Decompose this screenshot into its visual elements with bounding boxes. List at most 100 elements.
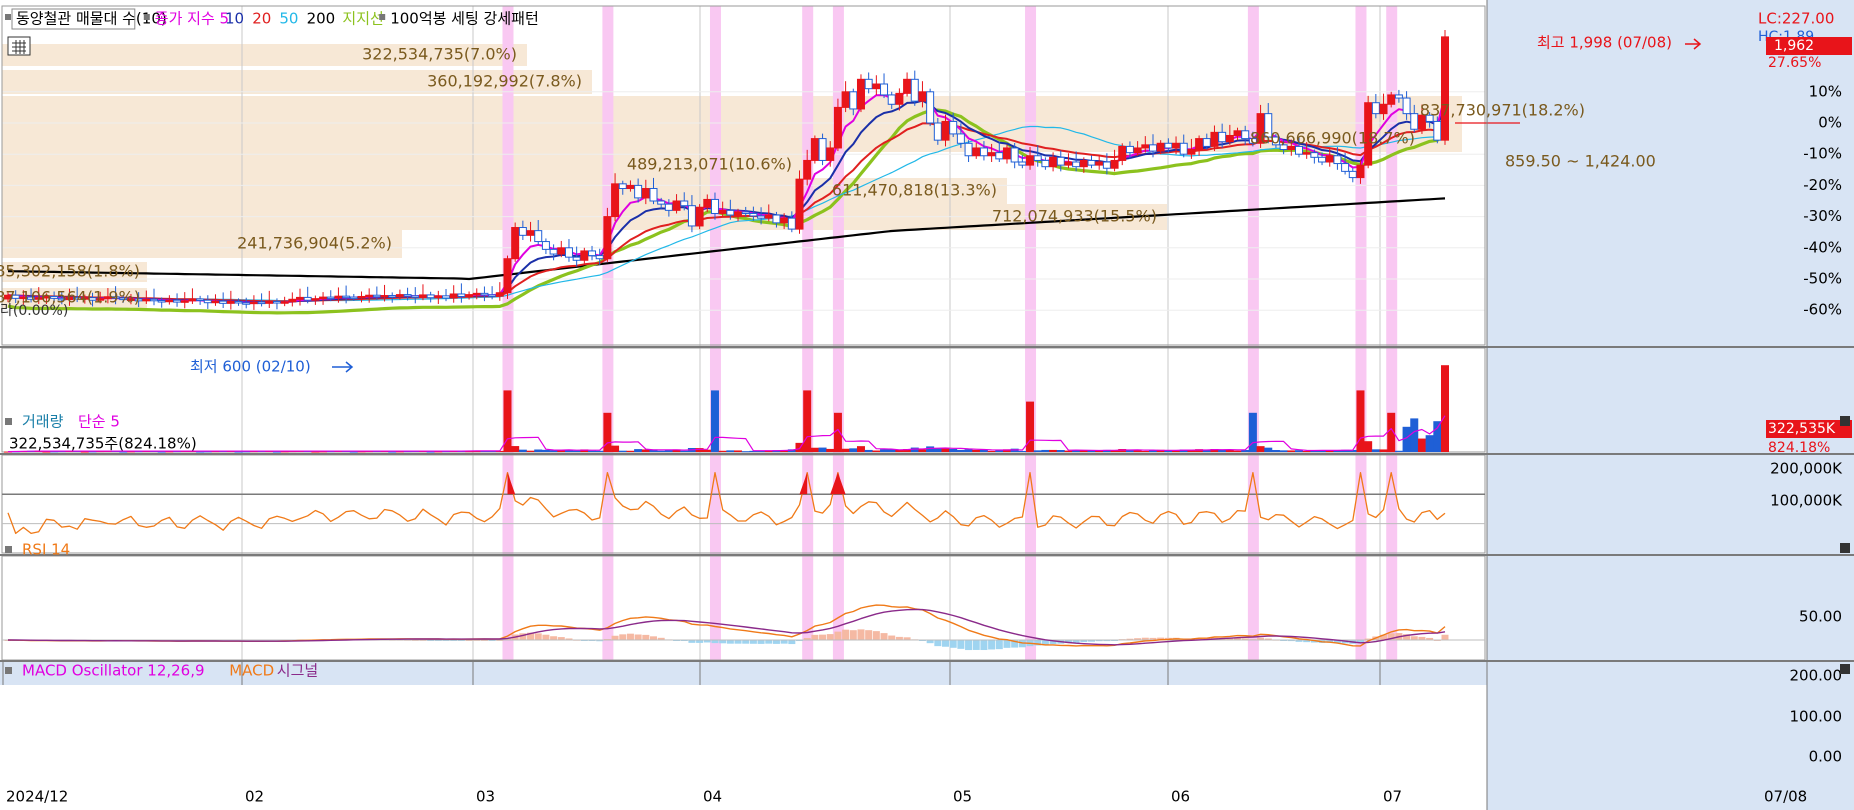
candle-body [311, 298, 320, 301]
close-icon[interactable] [1840, 416, 1850, 426]
candle-body [395, 294, 404, 297]
candle-body [1333, 155, 1342, 165]
macd-oscillator-bar [611, 635, 619, 640]
close-icon[interactable] [1840, 543, 1850, 553]
candle-body [349, 296, 358, 300]
macd-oscillator-bar [619, 634, 627, 640]
volume-profile-band [2, 96, 1462, 126]
volume-axis-label: 100,000K [1770, 492, 1843, 510]
candle-body [411, 295, 420, 298]
volume-bar [1256, 446, 1265, 452]
candle-body [1241, 130, 1250, 140]
legend-item: 종가 지수 5 [155, 10, 229, 28]
high-label: 최고 1,998 (07/08) [1537, 34, 1672, 52]
macd-oscillator-bar [634, 634, 642, 640]
macd-axis-label: 200.00 [1790, 667, 1843, 685]
candle-body [434, 295, 443, 299]
candle-body [511, 227, 520, 260]
volume-bar [1371, 449, 1380, 452]
candle-body [687, 205, 696, 227]
candle-body [219, 300, 228, 304]
macd-oscillator-bar [988, 640, 996, 650]
calendar-button[interactable] [7, 36, 31, 56]
macd-legend-item: MACD Oscillator 12,26,9 [22, 662, 205, 680]
candle-body [1133, 147, 1142, 154]
volume-bar [734, 450, 743, 452]
candle-body [649, 188, 658, 202]
x-axis-label: 05 [953, 788, 972, 806]
volume-bar [949, 448, 958, 452]
candle-body [872, 83, 881, 90]
candle-body [895, 92, 904, 105]
candle-body [1064, 161, 1073, 166]
candle-body [588, 250, 597, 257]
candle-body [1410, 113, 1419, 130]
volume-tag: 322,535K [1768, 421, 1836, 437]
candle-body [465, 294, 474, 297]
candle-body [472, 292, 481, 296]
profile-label: 489,213,071(10.6%) [627, 155, 792, 174]
candle-body [972, 147, 981, 157]
volume-bar [972, 449, 981, 452]
candle-body [956, 133, 965, 144]
candle-body [296, 296, 305, 300]
volume-bar [1056, 450, 1065, 452]
candle-body [142, 298, 151, 302]
candle-body [265, 300, 274, 304]
candle-body [1125, 145, 1134, 154]
candle-body [1379, 103, 1388, 115]
candle-body [1210, 131, 1219, 147]
candle-body [787, 217, 796, 230]
macd-oscillator-bar [626, 633, 634, 640]
macd-oscillator-bar [1441, 634, 1449, 640]
candle-body [526, 230, 535, 236]
candle-body [695, 206, 704, 227]
candle-body [1387, 94, 1396, 105]
volume-bar [1018, 450, 1027, 452]
candle-body [319, 296, 328, 300]
volume-bar [1271, 450, 1280, 452]
volume-bar [511, 446, 520, 452]
volume-bar [880, 449, 889, 452]
right-axis-area [1487, 0, 1854, 810]
candle-body [211, 300, 220, 304]
candle-body [165, 299, 174, 303]
candle-body [764, 214, 773, 219]
profile-label: 241,736,904(5.2%) [237, 234, 392, 253]
macd-oscillator-bar [788, 640, 796, 645]
price-axis-label: -10% [1803, 145, 1842, 163]
volume-bar [1394, 450, 1403, 452]
candle-body [641, 188, 650, 199]
candle-body [1018, 161, 1027, 166]
x-axis-current: 07/08 [1764, 788, 1807, 806]
candle-body [887, 94, 896, 105]
candle-body [664, 203, 673, 211]
macd-oscillator-bar [749, 640, 757, 644]
macd-oscillator-bar [942, 640, 950, 647]
candle-body [803, 159, 812, 180]
volume-bar [626, 450, 635, 452]
macd-oscillator-bar [772, 640, 780, 644]
candle-body [257, 301, 266, 305]
volume-legend-item: 단순 5 [78, 413, 120, 431]
candle-body [710, 198, 719, 214]
volume-bar [680, 450, 689, 452]
candle-body [757, 215, 766, 219]
candle-body [303, 296, 312, 301]
macd-oscillator-bar [995, 640, 1003, 650]
macd-oscillator-bar [757, 640, 765, 644]
candle-body [910, 78, 919, 102]
profile-label: 360,192,992(7.8%) [427, 72, 582, 91]
close-icon[interactable] [1840, 664, 1850, 674]
legend-item: 지지선 [342, 10, 383, 28]
left-edge-label: 라(0.00%) [0, 303, 68, 319]
candle-body [449, 293, 458, 299]
candle-body [995, 152, 1004, 160]
volume-bar [741, 451, 750, 453]
volume-bar [426, 451, 435, 453]
profile-label: 837,730,971(18.2%) [1420, 101, 1585, 120]
volume-bar [1049, 449, 1058, 452]
volume-bar [864, 449, 873, 452]
rsi-legend: RSI 14 [22, 541, 70, 559]
candle-body [703, 198, 712, 208]
